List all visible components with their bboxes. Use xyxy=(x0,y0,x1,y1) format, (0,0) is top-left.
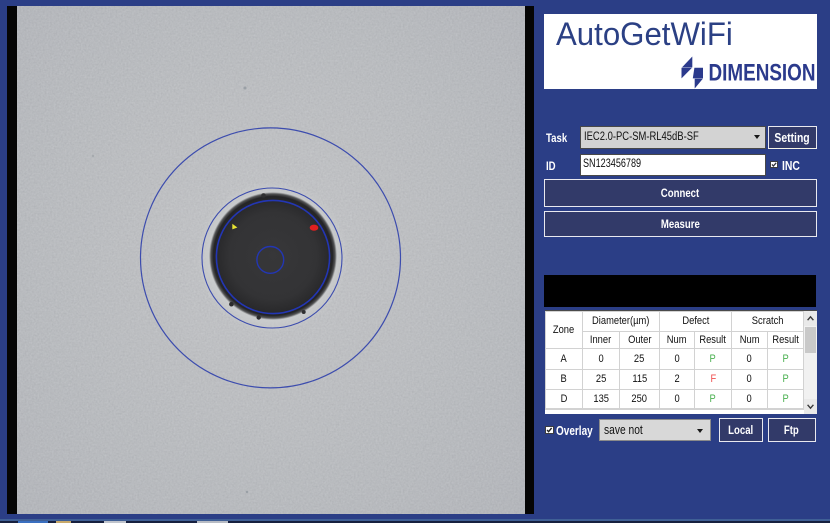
svg-text:DIMENSION: DIMENSION xyxy=(709,60,816,87)
